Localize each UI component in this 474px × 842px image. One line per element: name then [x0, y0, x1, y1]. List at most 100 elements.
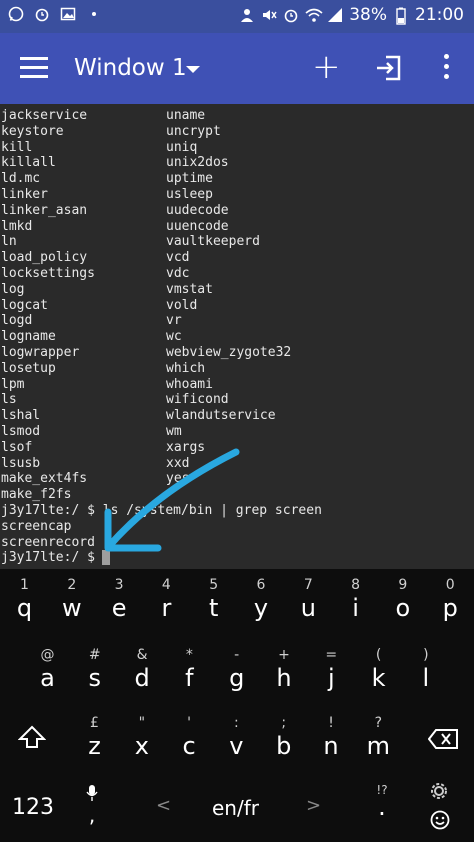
- battery-icon: [393, 7, 409, 25]
- key-u[interactable]: 7u: [285, 577, 332, 622]
- key-hint: -: [234, 647, 240, 663]
- terminal-output[interactable]: jackservice uname keystore uncrypt kill uniq k…: [0, 104, 474, 569]
- key-hint: ): [423, 647, 429, 663]
- key-p[interactable]: 0p: [427, 577, 474, 622]
- key-o[interactable]: 9o: [379, 577, 426, 622]
- new-window-icon[interactable]: +: [312, 47, 341, 87]
- key-label: j: [327, 664, 335, 692]
- terminal-line: locksettings: [1, 266, 95, 281]
- terminal-line: vold: [166, 297, 198, 313]
- key-e[interactable]: 3e: [96, 577, 143, 622]
- terminal-line: log: [1, 281, 25, 297]
- key-hint: (: [375, 647, 382, 663]
- space-left-chevron: <: [156, 795, 172, 816]
- key-label: c: [182, 732, 196, 760]
- key-label: t: [208, 594, 219, 622]
- mic-comma-key[interactable]: ,: [82, 783, 102, 827]
- key-label: w: [61, 594, 82, 622]
- key-d[interactable]: & d: [119, 647, 166, 692]
- menu-icon[interactable]: [20, 57, 48, 79]
- key-h[interactable]: + h: [261, 647, 308, 692]
- period-key[interactable]: !? .: [370, 783, 394, 819]
- key-v[interactable]: :v: [213, 715, 260, 760]
- key-a[interactable]: @ a: [24, 647, 71, 692]
- key-hint: #: [88, 647, 101, 663]
- key-label: d: [134, 664, 150, 692]
- window-title[interactable]: Window 1: [74, 55, 187, 81]
- key-label: n: [323, 732, 339, 760]
- key-hint: £: [90, 715, 99, 731]
- comma-hint: ,: [88, 803, 96, 827]
- key-x[interactable]: " x: [118, 715, 165, 760]
- key-label: r: [161, 594, 172, 622]
- key-label: e: [111, 594, 127, 622]
- terminal-line: jackservice: [1, 108, 88, 123]
- terminal-line: which: [166, 360, 206, 376]
- backspace-icon: [427, 729, 458, 749]
- emoji-icon: [430, 810, 450, 830]
- notification-dot-icon: [86, 6, 102, 22]
- terminal-line: lsusb: [1, 455, 41, 471]
- terminal-line: logcat: [1, 297, 48, 313]
- clock-app-icon: [34, 6, 50, 22]
- wifi-icon: [305, 7, 323, 23]
- mute-icon: [261, 7, 277, 23]
- numbers-key[interactable]: 123: [12, 795, 54, 820]
- key-label: h: [276, 664, 292, 692]
- key-hint: +: [278, 647, 290, 663]
- key-label: z: [88, 732, 101, 760]
- key-g[interactable]: -g: [213, 647, 260, 692]
- terminal-line: logname: [1, 329, 56, 345]
- terminal-line: wm: [166, 424, 182, 439]
- key-label: g: [229, 664, 245, 692]
- key-r[interactable]: 4r: [143, 577, 190, 622]
- key-b[interactable]: ; b: [260, 715, 307, 760]
- close-window-icon[interactable]: [374, 53, 404, 83]
- key-label: a: [40, 664, 55, 692]
- shift-icon: [17, 725, 47, 748]
- app-bar: Window 1 +: [0, 33, 474, 104]
- key-s[interactable]: # s: [71, 647, 118, 692]
- battery-percent: 38%: [349, 5, 387, 25]
- key-hint: &: [136, 647, 148, 663]
- key-hint: 4: [161, 577, 171, 593]
- key-y[interactable]: 6y: [238, 577, 285, 622]
- space-bar[interactable]: en/fr: [212, 796, 259, 820]
- text-cursor: [102, 550, 110, 566]
- terminal-line: xxd: [166, 455, 190, 471]
- terminal-line: wc: [166, 329, 182, 345]
- terminal-line: vmstat: [166, 281, 213, 297]
- key-hint: 6: [256, 577, 266, 593]
- key-n[interactable]: ! n: [308, 715, 355, 760]
- space-right-chevron: >: [306, 795, 322, 816]
- key-k[interactable]: (k: [355, 647, 402, 692]
- shift-key[interactable]: [17, 725, 47, 755]
- key-t[interactable]: 5t: [190, 577, 237, 622]
- key-m[interactable]: ? m: [355, 715, 402, 760]
- key-z[interactable]: £ z: [71, 715, 118, 760]
- terminal-line: uptime: [166, 171, 213, 187]
- key-l[interactable]: ) l: [402, 647, 449, 692]
- key-c[interactable]: ' c: [166, 715, 213, 760]
- terminal-line: wificond: [166, 392, 229, 408]
- terminal-line: uniq: [166, 139, 198, 155]
- terminal-line: vr: [166, 313, 182, 329]
- grep-result-line: screencap: [1, 518, 72, 534]
- terminal-line: lmkd: [1, 218, 33, 234]
- whatsapp-icon: [8, 6, 24, 22]
- key-q[interactable]: 1q: [1, 577, 48, 622]
- key-j[interactable]: = j: [308, 647, 355, 692]
- key-f[interactable]: * f: [166, 647, 213, 692]
- key-i[interactable]: 8i: [332, 577, 379, 622]
- terminal-line: ln: [1, 234, 17, 250]
- emoji-key[interactable]: [430, 781, 450, 830]
- backspace-key[interactable]: [427, 729, 458, 755]
- key-label: m: [366, 732, 390, 760]
- more-options-icon[interactable]: [436, 51, 456, 85]
- terminal-line: ls: [1, 392, 17, 408]
- terminal-line: lsof: [1, 439, 33, 455]
- key-w[interactable]: 2w: [48, 577, 95, 622]
- window-dropdown-icon[interactable]: [186, 66, 200, 73]
- key-hint: =: [325, 647, 338, 663]
- terminal-line: lsmod: [1, 424, 41, 439]
